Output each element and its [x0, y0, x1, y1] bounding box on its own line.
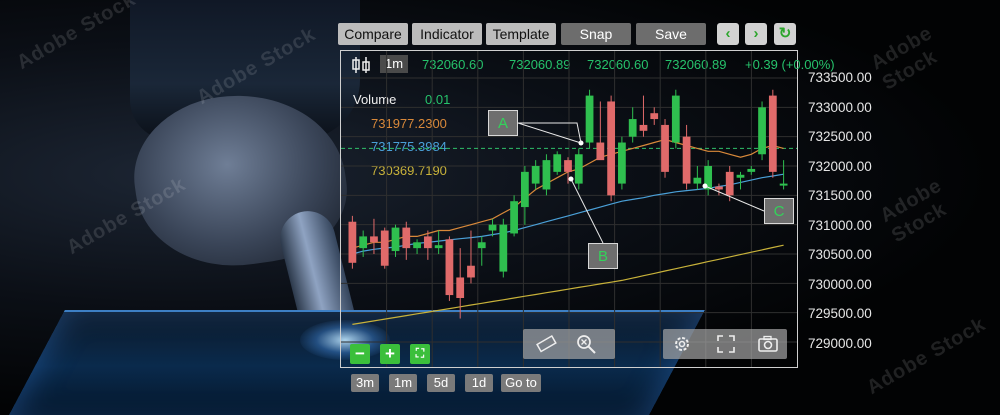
- candle-body: [402, 227, 411, 249]
- goto-button[interactable]: Go to: [501, 374, 541, 392]
- gear-icon[interactable]: [671, 333, 693, 355]
- settings-panel: [663, 329, 787, 359]
- marker-b-connector: [570, 178, 604, 244]
- candle-body: [574, 154, 583, 184]
- zoom-search-icon[interactable]: [575, 333, 597, 355]
- marker-c-connector: [704, 185, 765, 212]
- candle-body: [693, 177, 702, 184]
- fullscreen-icon[interactable]: [715, 333, 737, 355]
- price-tick-label: 733000.00: [808, 99, 872, 115]
- candle-body: [607, 101, 616, 196]
- candle-body: [682, 136, 691, 184]
- marker-a-connector: [517, 122, 582, 144]
- candle-body: [542, 160, 551, 190]
- chevron-right-icon[interactable]: ›: [745, 23, 767, 45]
- price-tick-label: 730500.00: [808, 247, 872, 262]
- zoom-in-icon[interactable]: +: [380, 344, 400, 364]
- candle-body: [639, 124, 648, 131]
- candle-body: [456, 277, 465, 298]
- chevron-left-icon[interactable]: ‹: [717, 23, 739, 45]
- price-tick-label: 729500.00: [808, 306, 872, 321]
- candle-body: [768, 95, 777, 172]
- watermark: Adobe Stock: [867, 21, 942, 95]
- watermark: Adobe Stock: [13, 0, 140, 74]
- candle-body: [650, 113, 659, 120]
- indicator-button[interactable]: Indicator: [412, 23, 482, 45]
- compare-button[interactable]: Compare: [338, 23, 408, 45]
- price-tick-label: 732000.00: [808, 158, 872, 174]
- template-button[interactable]: Template: [486, 23, 556, 45]
- candle-body: [380, 230, 389, 266]
- refresh-icon[interactable]: ↻: [774, 23, 796, 45]
- candle-body: [445, 239, 454, 296]
- candle-body: [585, 95, 594, 143]
- candle-body: [434, 245, 443, 249]
- price-tick-label: 733500.00: [808, 70, 872, 85]
- period-1m-button[interactable]: 1m: [389, 374, 417, 392]
- candle-body: [661, 124, 669, 172]
- candle-body: [370, 236, 378, 243]
- candle-body: [628, 119, 637, 137]
- snap-button[interactable]: Snap: [561, 23, 631, 45]
- candle-body: [359, 236, 368, 249]
- period-3m-button[interactable]: 3m: [351, 374, 379, 392]
- candle-body: [564, 160, 572, 172]
- candle-body: [467, 265, 475, 278]
- price-tick-label: 730000.00: [808, 276, 872, 292]
- candle-body: [715, 186, 723, 190]
- ruler-icon[interactable]: [535, 333, 557, 355]
- candle-body: [736, 174, 745, 178]
- watermark: Adobe Stock: [863, 313, 990, 399]
- candle-body: [553, 154, 562, 172]
- candle-body: [391, 227, 400, 252]
- camera-icon[interactable]: [757, 333, 779, 355]
- zoom-out-icon[interactable]: −: [350, 344, 370, 364]
- price-tick-label: 729000.00: [808, 335, 872, 351]
- marker-a[interactable]: A: [488, 110, 518, 136]
- price-tick-label: 731000.00: [808, 217, 872, 233]
- marker-c-connector-dot: [702, 183, 708, 189]
- candle-body: [488, 224, 497, 231]
- candle-body: [499, 224, 508, 272]
- price-tick-label: 732500.00: [808, 129, 872, 144]
- candle-body: [413, 242, 421, 249]
- watermark: Adobe Stock: [876, 174, 951, 248]
- candle-body: [671, 95, 680, 143]
- marker-c[interactable]: C: [764, 198, 794, 224]
- period-1d-button[interactable]: 1d: [465, 374, 493, 392]
- drawing-tools-panel: [523, 329, 615, 359]
- candle-body: [520, 171, 529, 208]
- candle-body: [725, 171, 734, 196]
- candle-body: [423, 236, 432, 249]
- marker-b-connector-dot: [568, 176, 574, 182]
- candle-body: [596, 142, 605, 161]
- screenshot-stage: Adobe Stock Adobe Stock Adobe Stock Adob…: [0, 0, 1000, 415]
- marker-b[interactable]: B: [588, 243, 618, 269]
- candle-body: [348, 221, 357, 263]
- candle-body: [477, 242, 486, 249]
- candle-body: [758, 107, 766, 155]
- candle-body: [531, 166, 540, 184]
- candle-body: [747, 168, 756, 172]
- period-5d-button[interactable]: 5d: [427, 374, 455, 392]
- save-button[interactable]: Save: [636, 23, 706, 45]
- price-tick-label: 731500.00: [808, 188, 872, 203]
- candle-body: [779, 183, 788, 186]
- fit-screen-icon[interactable]: ⛶: [410, 344, 430, 364]
- candlestick-chart[interactable]: [341, 51, 797, 367]
- candle-body: [510, 201, 518, 234]
- candle-body: [618, 142, 626, 184]
